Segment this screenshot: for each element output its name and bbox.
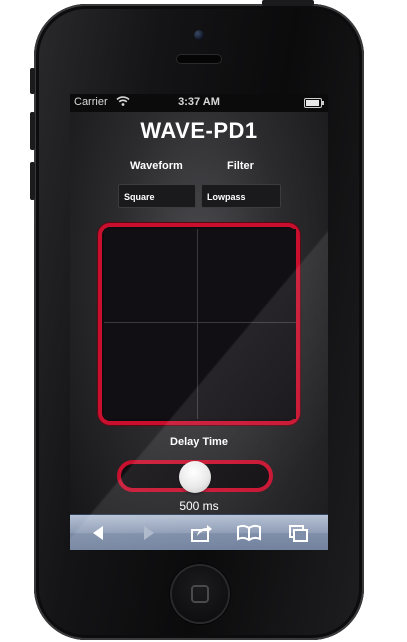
share-icon[interactable] [187, 522, 215, 544]
status-time: 3:37 AM [178, 96, 220, 108]
waveform-label: Waveform [130, 160, 183, 172]
battery-icon [304, 98, 324, 108]
xy-pad-quadrant-top-left[interactable] [104, 229, 198, 323]
power-button [262, 0, 314, 6]
filter-label: Filter [227, 160, 254, 172]
xy-pad-quadrant-bottom-left[interactable] [104, 323, 198, 419]
back-icon[interactable] [85, 522, 113, 544]
bookmarks-icon[interactable] [235, 522, 263, 544]
status-bar: Carrier 3:37 AM [70, 94, 328, 112]
home-button[interactable] [172, 566, 228, 622]
front-camera [194, 30, 204, 40]
screen: Carrier 3:37 AM WAVE-PD1 Waveform Filter… [70, 94, 328, 550]
volume-down-button [30, 162, 35, 200]
battery-level [306, 100, 319, 106]
app-title: WAVE-PD1 [140, 118, 258, 143]
xy-pad[interactable] [98, 223, 300, 425]
delay-slider-thumb[interactable] [179, 461, 211, 493]
earpiece-speaker [177, 55, 221, 63]
home-square-icon [191, 585, 209, 603]
forward-icon[interactable] [134, 522, 162, 544]
mute-switch [30, 68, 35, 94]
xy-pad-quadrant-bottom-right[interactable] [198, 323, 296, 419]
delay-time-value: 500 ms [179, 499, 219, 513]
filter-select[interactable]: Lowpass [201, 184, 281, 208]
waveform-select[interactable]: Square [118, 184, 196, 208]
tabs-icon[interactable] [284, 522, 312, 544]
delay-time-label: Delay Time [170, 436, 228, 448]
browser-toolbar [70, 514, 328, 550]
delay-slider[interactable] [117, 460, 273, 493]
volume-up-button [30, 112, 35, 150]
xy-pad-quadrant-top-right[interactable] [198, 229, 296, 323]
